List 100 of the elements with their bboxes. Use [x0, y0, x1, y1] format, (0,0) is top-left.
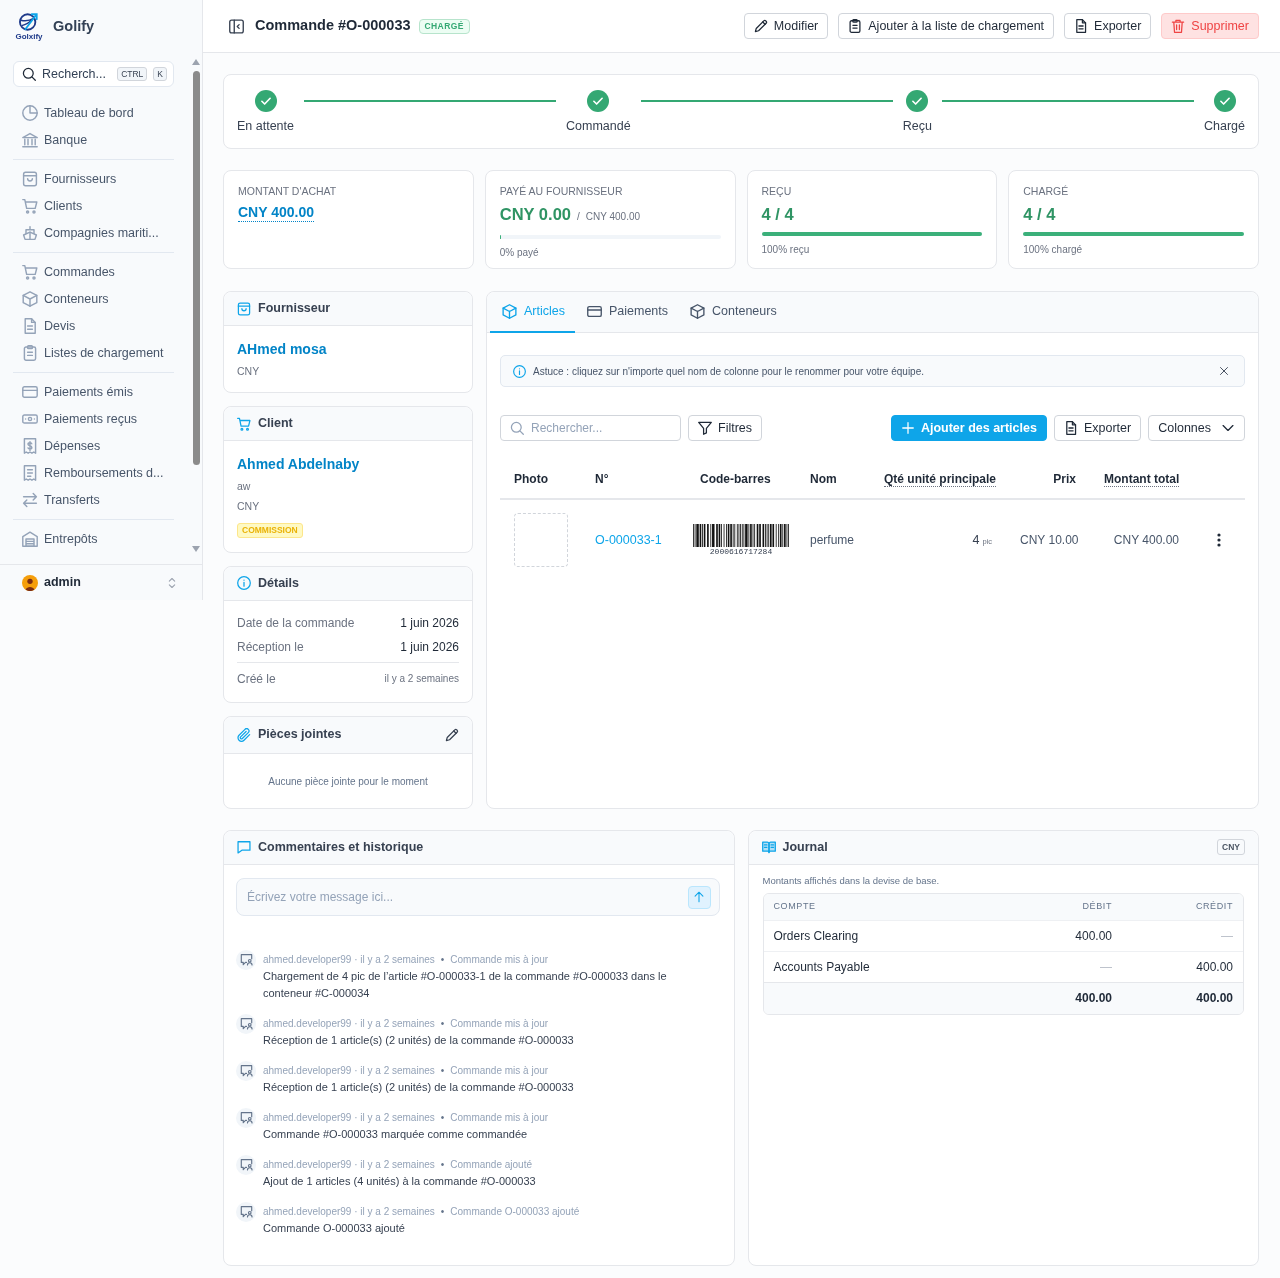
clipboard-icon — [22, 345, 38, 361]
stat-total: CNY 400.00 — [585, 210, 641, 224]
detail-value: il y a 2 semaines — [384, 672, 459, 686]
detail-label: Réception le — [237, 638, 304, 656]
card-title: Pièces jointes — [258, 726, 342, 744]
dropdown-button[interactable]: Colonnes — [1148, 415, 1245, 441]
action-button[interactable]: Ajouter à la liste de chargement — [838, 13, 1055, 39]
comment-meta: ahmed.developer99 · il y a 2 semaines — [263, 1205, 435, 1217]
close-icon[interactable] — [1219, 366, 1229, 376]
chat-bubble-icon — [237, 840, 251, 854]
column-header[interactable]: Prix — [1053, 472, 1076, 487]
comment-text: Réception de 1 article(s) (2 unités) de la commande #O-000033 — [263, 1032, 574, 1048]
info-icon — [513, 364, 526, 378]
stat-value: CNY 0.00 — [499, 204, 571, 225]
photo-placeholder — [514, 513, 568, 567]
column-header[interactable]: Montant total — [1104, 472, 1180, 488]
client-link[interactable]: Ahmed Abdelnaby — [237, 454, 459, 474]
column-header[interactable]: Code-barres — [700, 472, 771, 487]
sidebar-item[interactable]: Commandes — [13, 258, 174, 286]
tag-badge: COMMISSION — [237, 523, 303, 538]
action-button[interactable]: Exporter — [1064, 13, 1152, 39]
bullet-separator: • — [440, 1064, 445, 1076]
scrollbar-thumb[interactable] — [192, 71, 200, 465]
bank-icon — [22, 132, 38, 148]
table-cell: — — [998, 951, 1122, 983]
table-cell: CNY 400.00 — [1113, 533, 1179, 548]
table-cell: 400.00 — [1122, 951, 1243, 983]
scroll-up-icon[interactable] — [192, 59, 200, 65]
stat-label: PAYÉ AU FOURNISSEUR — [499, 184, 624, 198]
comment-meta: ahmed.developer99 · il y a 2 semaines — [263, 953, 435, 965]
total-cell: 400.00 — [1122, 982, 1243, 1014]
separator: / — [577, 210, 580, 224]
pencil-icon[interactable] — [445, 727, 459, 742]
comment-text: Commande O-000033 ajouté — [263, 1220, 406, 1236]
sidebar-item[interactable]: Fournisseurs — [13, 165, 174, 193]
tab[interactable]: Paiements — [575, 292, 679, 333]
detail-value: 1 juin 2026 — [400, 614, 459, 632]
stat-value: 4 / 4 — [1023, 204, 1056, 225]
filter-icon — [698, 421, 712, 435]
detail-value: 1 juin 2026 — [400, 638, 459, 656]
plus-icon — [900, 421, 915, 435]
transfer-arrows-icon — [22, 492, 38, 508]
shopping-bag-icon — [22, 171, 38, 187]
action-button[interactable]: Filtres — [688, 415, 763, 441]
comment-text: Ajout de 1 articles (4 unités) à la commande #O-000033 — [263, 1173, 536, 1189]
column-header[interactable]: Photo — [514, 472, 548, 487]
table-cell: Orders Clearing — [763, 920, 998, 952]
shortcut-key: K — [153, 67, 167, 81]
sidebar-item[interactable]: Listes de chargement — [13, 339, 174, 367]
panel-toggle-icon[interactable] — [229, 18, 244, 34]
comment-action: Commande ajouté — [450, 1158, 532, 1170]
chevron-up-down-icon[interactable] — [166, 575, 178, 590]
bullet-separator: • — [440, 1158, 445, 1170]
search-button[interactable]: Recherch... CTRL K — [13, 61, 174, 87]
comment-action: Commande mis à jour — [450, 1017, 549, 1029]
amount-link[interactable]: CNY 400.00 — [238, 203, 314, 222]
box-icon — [502, 304, 517, 319]
tab[interactable]: Conteneurs — [678, 292, 787, 333]
sidebar-item[interactable]: Tableau de bord — [13, 99, 174, 127]
chat-user-icon — [236, 1107, 256, 1128]
document-icon — [1074, 19, 1089, 33]
action-button[interactable]: Exporter — [1053, 415, 1142, 441]
sidebar-item[interactable]: Conteneurs — [13, 285, 174, 313]
user-name: admin — [44, 574, 81, 592]
message-field[interactable]: Écrivez votre message ici... — [236, 877, 720, 916]
total-cell: 400.00 — [998, 982, 1122, 1014]
column-header[interactable]: Nom — [810, 472, 837, 487]
sidebar-item[interactable]: Paiements reçus — [13, 405, 174, 433]
table-cell: CNY 10.00 — [1020, 533, 1079, 548]
cart-icon — [22, 264, 38, 280]
bullet-separator: • — [440, 1205, 445, 1217]
sidebar-item[interactable]: Remboursements d... — [13, 459, 174, 487]
sidebar-item[interactable]: Compagnies mariti... — [13, 219, 174, 247]
column-header[interactable]: Qté unité principale — [884, 472, 997, 488]
supplier-link[interactable]: AHmed mosa — [237, 339, 459, 359]
sidebar-item[interactable]: Clients — [13, 192, 174, 220]
search-field[interactable]: Rechercher... — [500, 415, 681, 441]
sidebar-item[interactable]: Transferts — [13, 486, 174, 514]
sidebar-item[interactable]: Paiements émis — [13, 378, 174, 406]
column-header[interactable]: N° — [595, 472, 609, 487]
sidebar-item[interactable]: Dépenses — [13, 432, 174, 460]
scroll-down-icon[interactable] — [192, 546, 200, 552]
status-badge: CHARGÉ — [418, 18, 470, 34]
sidebar-item[interactable]: Devis — [13, 312, 174, 340]
search-icon — [510, 421, 524, 435]
sidebar-item[interactable]: Banque — [13, 126, 174, 154]
column-header: COMPTE — [763, 893, 998, 921]
sidebar-item[interactable]: Entrepôts — [13, 525, 174, 553]
banknote-icon — [22, 411, 38, 427]
kebab-menu-icon[interactable] — [1217, 533, 1221, 547]
chat-user-icon — [236, 1060, 256, 1081]
ship-icon — [22, 225, 38, 241]
action-button[interactable]: Modifier — [743, 13, 829, 39]
brand-name: Golify — [53, 16, 95, 36]
column-header: CRÉDIT — [1122, 893, 1243, 921]
table-cell: Accounts Payable — [763, 951, 998, 983]
chat-user-icon — [236, 1201, 256, 1222]
chat-user-icon — [236, 1154, 256, 1175]
credit-card-icon — [22, 384, 38, 400]
info-icon — [237, 576, 251, 590]
